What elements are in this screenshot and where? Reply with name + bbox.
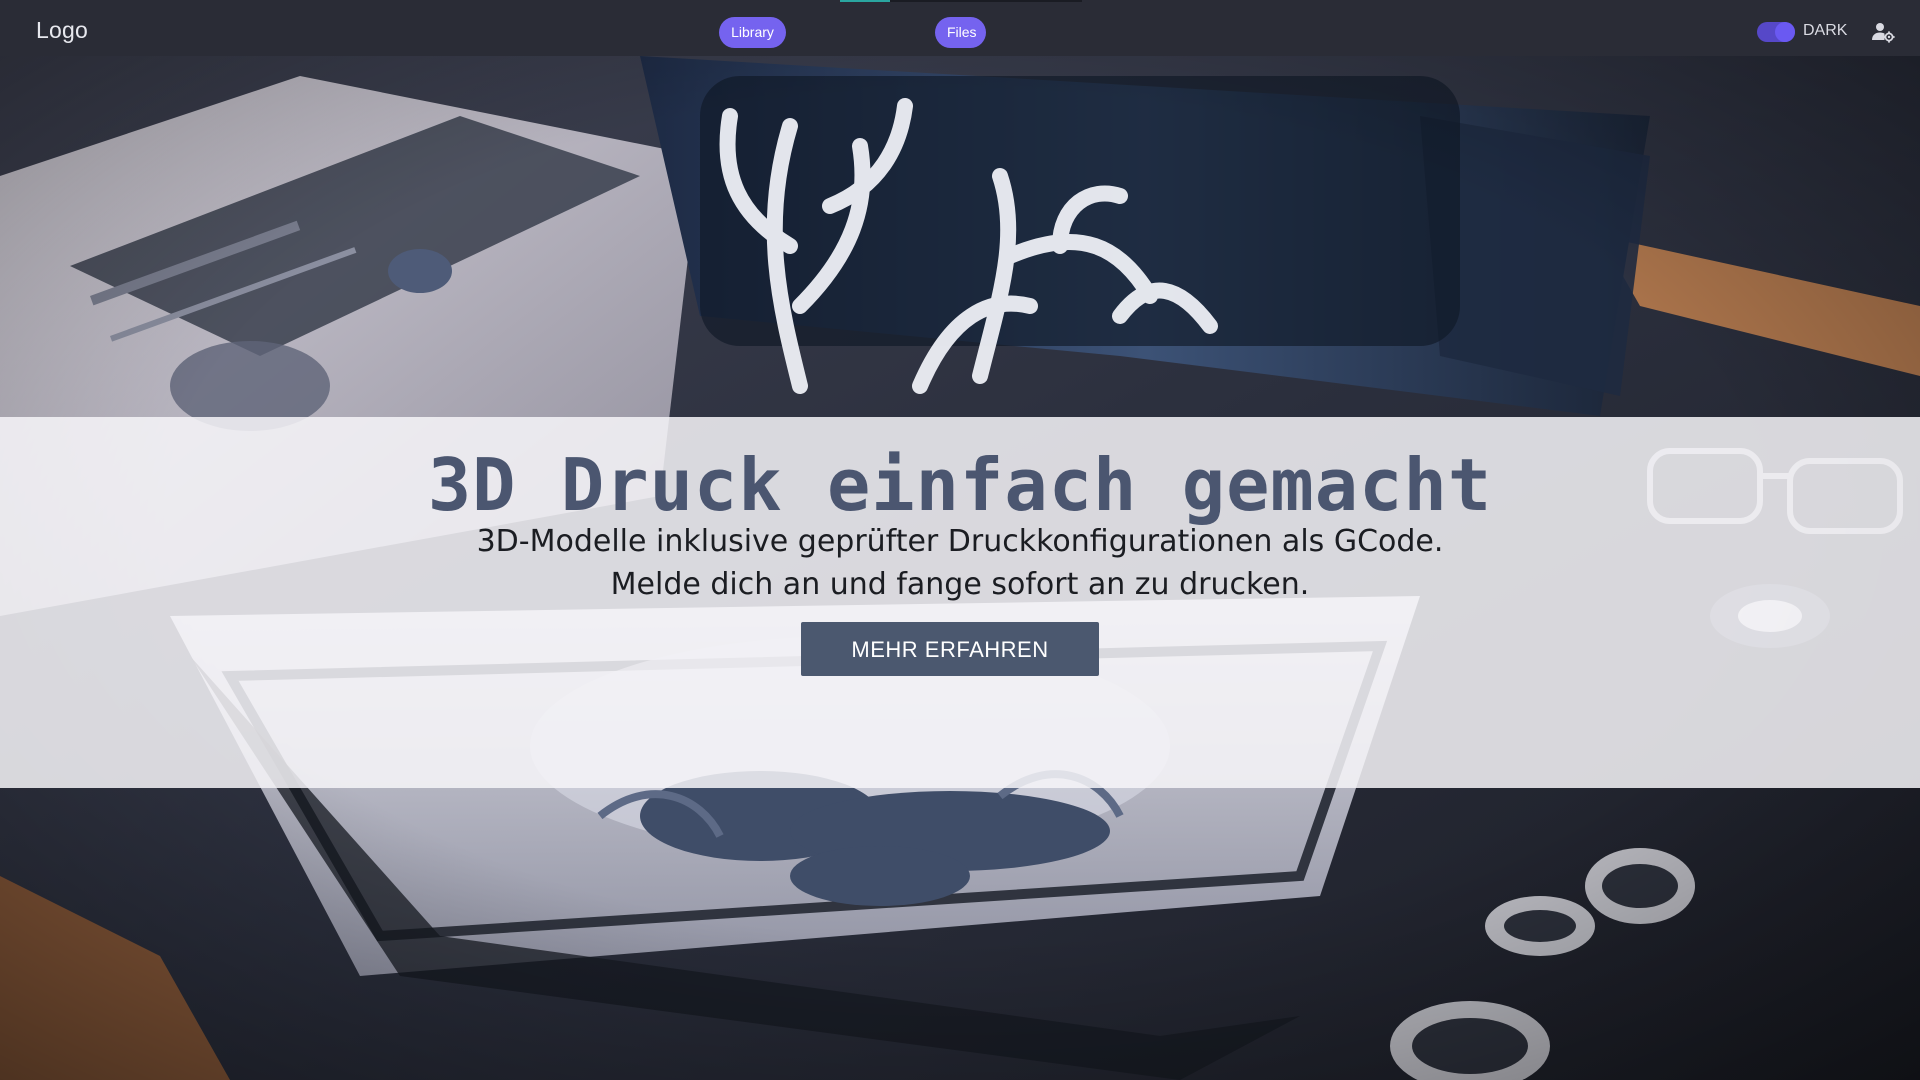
nav-link-library[interactable]: Library <box>719 17 786 48</box>
toggle-knob <box>1775 22 1795 42</box>
top-navbar: Logo Library Files DARK <box>0 0 1920 56</box>
logo[interactable]: Logo <box>36 17 88 44</box>
hero-subtitle-line-2: Melde dich an und fange sofort an zu dru… <box>610 567 1310 602</box>
hero-subtitle-line-1: 3D-Modelle inklusive geprüfter Druckkonf… <box>476 524 1444 559</box>
hero-title: 3D Druck einfach gemacht <box>427 443 1493 528</box>
user-settings-icon[interactable] <box>1871 20 1895 44</box>
dark-mode-toggle[interactable] <box>1757 22 1795 42</box>
nav-indicator-track <box>890 0 1082 2</box>
learn-more-button[interactable]: MEHR ERFAHREN <box>801 622 1099 676</box>
nav-link-files[interactable]: Files <box>935 17 986 48</box>
active-nav-indicator <box>840 0 890 2</box>
dark-mode-label: DARK <box>1803 22 1848 39</box>
